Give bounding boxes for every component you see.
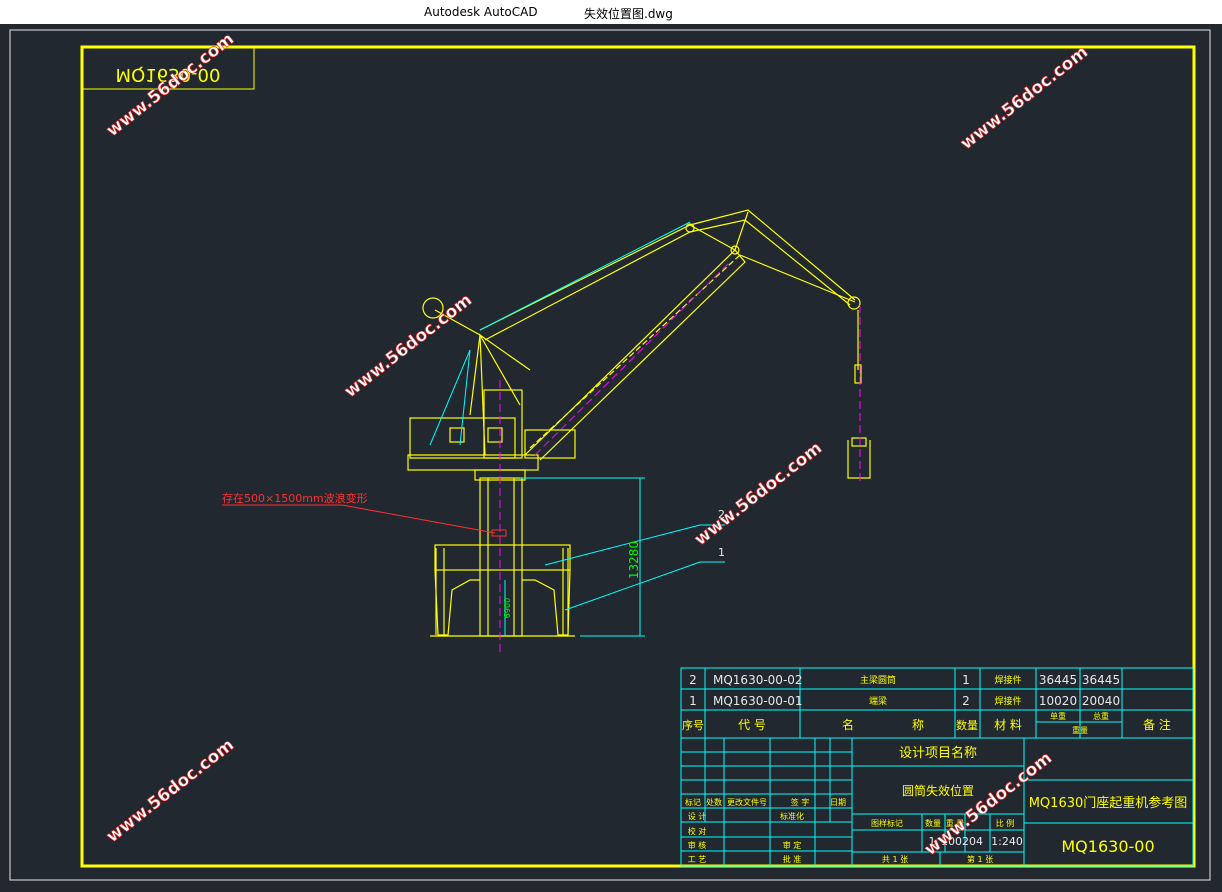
file-name: 失效位置图.dwg bbox=[584, 7, 673, 21]
scale-value: 1:240 bbox=[991, 835, 1023, 848]
drawing-name: 圆筒失效位置 bbox=[902, 783, 974, 798]
svg-text:第 1 张: 第 1 张 bbox=[967, 854, 993, 864]
watermark-4: www.56doc.com bbox=[691, 438, 826, 550]
watermark-5: www.56doc.com bbox=[103, 735, 238, 847]
svg-text:10020: 10020 bbox=[1039, 694, 1077, 708]
svg-text:比 例: 比 例 bbox=[996, 818, 1015, 828]
svg-text:代 号: 代 号 bbox=[738, 718, 766, 732]
dim-total: 13280 bbox=[627, 541, 641, 579]
svg-text:材 料: 材 料 bbox=[994, 718, 1022, 732]
drawing-code: MQ1630-00 bbox=[1061, 837, 1154, 856]
svg-text:主梁圆筒: 主梁圆筒 bbox=[860, 674, 896, 686]
svg-text:标记: 标记 bbox=[685, 797, 701, 807]
svg-text:1: 1 bbox=[962, 673, 970, 687]
svg-text:审 定: 审 定 bbox=[783, 840, 802, 850]
cables bbox=[429, 221, 725, 637]
svg-text:标准化: 标准化 bbox=[780, 811, 804, 821]
svg-text:名: 名 bbox=[842, 717, 854, 732]
title-bar: Autodesk AutoCAD 失效位置图.dwg bbox=[0, 0, 1222, 24]
app-title: Autodesk AutoCAD bbox=[424, 5, 538, 19]
svg-text:共 1 张: 共 1 张 bbox=[882, 855, 908, 864]
cad-drawing: MQ1630-00 存在500×1500mm波浪变形 13280 6900 2 … bbox=[9, 29, 1211, 881]
svg-text:单重: 单重 bbox=[1050, 711, 1066, 721]
outer-border bbox=[9, 29, 1211, 881]
svg-text:批 准: 批 准 bbox=[783, 854, 802, 864]
svg-text:工 艺: 工 艺 bbox=[688, 855, 707, 864]
svg-text:更改文件号: 更改文件号 bbox=[727, 797, 767, 807]
drawing-canvas[interactable]: MQ1630-00 存在500×1500mm波浪变形 13280 6900 2 … bbox=[0, 24, 1222, 888]
svg-text:2: 2 bbox=[962, 694, 970, 708]
svg-text:焊接件: 焊接件 bbox=[994, 674, 1021, 686]
bom-headers: 序号 代 号 名 称 数量 材 料 单重 总重 重量 备 注 bbox=[682, 711, 1171, 735]
callout-1: 1 bbox=[718, 546, 725, 559]
svg-text:签 字: 签 字 bbox=[791, 797, 810, 807]
svg-text:图样标记: 图样标记 bbox=[871, 818, 903, 828]
svg-text:序号: 序号 bbox=[682, 718, 704, 732]
portal-beam bbox=[434, 544, 571, 571]
bom-rows: 2 MQ1630-00-02 主梁圆筒 1 焊接件 36445 36445 1 … bbox=[689, 673, 1120, 708]
svg-text:数量: 数量 bbox=[956, 719, 978, 732]
svg-text:端梁: 端梁 bbox=[869, 695, 887, 707]
project-label: 设计项目名称 bbox=[899, 745, 977, 761]
svg-text:总重: 总重 bbox=[1093, 711, 1109, 721]
svg-text:36445: 36445 bbox=[1082, 673, 1120, 687]
svg-text:36445: 36445 bbox=[1039, 673, 1077, 687]
svg-text:MQ1630-00-01: MQ1630-00-01 bbox=[713, 694, 803, 708]
svg-text:数量: 数量 bbox=[925, 818, 941, 828]
watermark-2: www.56doc.com bbox=[957, 42, 1092, 154]
svg-text:1: 1 bbox=[689, 694, 697, 708]
svg-text:称: 称 bbox=[912, 718, 924, 732]
watermarks: www.56doc.com www.56doc.com www.56doc.co… bbox=[102, 29, 1092, 860]
defect-annotation: 存在500×1500mm波浪变形 bbox=[222, 491, 368, 505]
svg-text:校 对: 校 对 bbox=[688, 826, 707, 836]
svg-text:备 注: 备 注 bbox=[1143, 717, 1171, 732]
svg-text:审 核: 审 核 bbox=[688, 840, 707, 850]
column bbox=[479, 477, 523, 637]
svg-text:2: 2 bbox=[689, 673, 697, 687]
inner-frame bbox=[80, 45, 1196, 868]
svg-text:20040: 20040 bbox=[1082, 694, 1120, 708]
drawing-title: MQ1630门座起重机参考图 bbox=[1029, 795, 1188, 811]
svg-text:设 计: 设 计 bbox=[688, 811, 707, 821]
svg-text:重量: 重量 bbox=[1072, 725, 1088, 735]
svg-text:焊接件: 焊接件 bbox=[994, 695, 1021, 707]
svg-text:MQ1630-00-02: MQ1630-00-02 bbox=[713, 673, 803, 687]
svg-text:日期: 日期 bbox=[830, 798, 846, 807]
dim-lower: 6900 bbox=[503, 598, 512, 618]
svg-text:处数: 处数 bbox=[706, 797, 722, 807]
